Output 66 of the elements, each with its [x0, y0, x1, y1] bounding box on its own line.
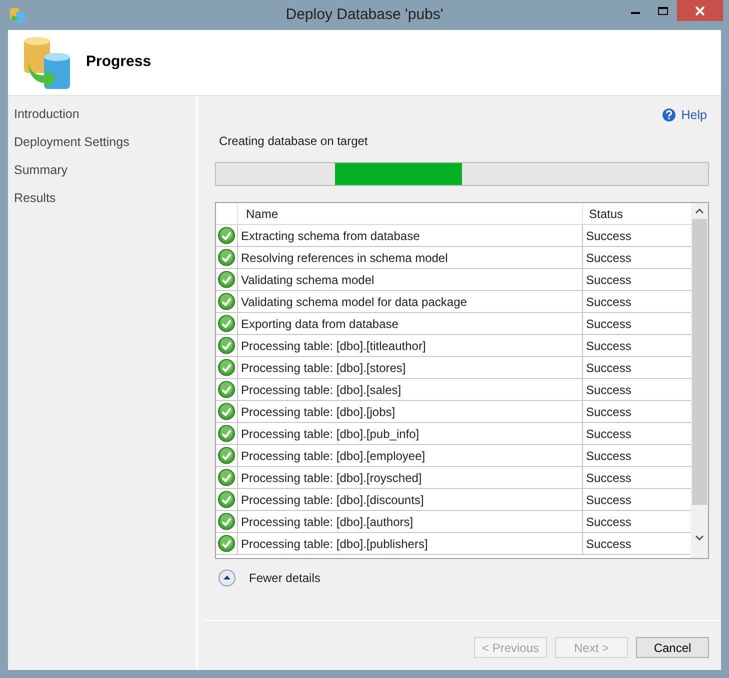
table-cell-text: Success: [585, 536, 632, 552]
table-cell-text: Success: [585, 250, 632, 266]
help-icon[interactable]: [662, 108, 676, 122]
table-cell-text: Success: [585, 316, 632, 332]
sidebar-item[interactable]: Introduction: [8, 100, 196, 128]
success-icon: [218, 513, 235, 530]
table-cell-text: Success: [585, 338, 632, 354]
table-cell: Processing table: [dbo].[publishers]: [238, 533, 583, 554]
table-cell-text: Success: [585, 448, 632, 464]
page-title: Progress: [86, 52, 152, 72]
table-cell: Processing table: [dbo].[authors]: [238, 511, 583, 532]
table-cell-text: Success: [585, 470, 632, 486]
success-icon: [218, 315, 235, 332]
table-cell-text: Success: [585, 360, 632, 376]
table-cell-text: Success: [585, 228, 632, 244]
table-cell-text: Success: [585, 426, 632, 442]
table-cell: Validating schema model: [238, 269, 583, 290]
table-cell: Processing table: [dbo].[discounts]: [238, 489, 583, 510]
sidebar-item[interactable]: Deployment Settings: [8, 128, 196, 156]
table-cell: Processing table: [dbo].[pub_info]: [238, 423, 583, 444]
close-button[interactable]: [677, 0, 723, 21]
scrollbar[interactable]: [691, 203, 708, 558]
table-cell: Processing table: [dbo].[jobs]: [238, 401, 583, 422]
table-cell-text: Success: [585, 294, 632, 310]
table-cell-text: Success: [585, 514, 632, 530]
sidebar-item[interactable]: Results: [8, 184, 196, 212]
success-icon: [218, 491, 235, 508]
table-cell: Resolving references in schema model: [238, 247, 583, 268]
column-header[interactable]: Status: [583, 203, 691, 224]
success-icon: [218, 447, 235, 464]
table-cell-text: Success: [585, 404, 632, 420]
success-icon: [218, 381, 235, 398]
scrollbar-thumb[interactable]: [692, 219, 707, 505]
scroll-down-icon[interactable]: [695, 535, 704, 541]
app-icon: [9, 6, 27, 24]
success-icon: [218, 469, 235, 486]
success-icon: [218, 425, 235, 442]
close-icon: [695, 6, 705, 16]
table-cell: Processing table: [dbo].[sales]: [238, 379, 583, 400]
table-cell: Extracting schema from database: [238, 225, 583, 246]
success-icon: [218, 535, 235, 552]
success-icon: [218, 359, 235, 376]
task-label: Creating database on target: [219, 133, 369, 150]
fewer-details-link[interactable]: Fewer details: [249, 569, 320, 587]
window-title: Deploy Database 'pubs': [284, 4, 444, 25]
success-icon: [218, 271, 235, 288]
sidebar-item[interactable]: Summary: [8, 156, 196, 184]
table-cell: Processing table: [dbo].[titleauthor]: [238, 335, 583, 356]
help-link[interactable]: Help: [681, 106, 707, 124]
success-icon: [218, 293, 235, 310]
table-cell-text: Success: [585, 272, 632, 288]
column-header[interactable]: Name: [238, 203, 583, 224]
table-cell: Processing table: [dbo].[stores]: [238, 357, 583, 378]
scroll-up-icon[interactable]: [695, 208, 704, 214]
table-cell: Processing table: [dbo].[roysched]: [238, 467, 583, 488]
collapse-icon[interactable]: [218, 569, 236, 587]
table-cell: Processing table: [dbo].[employee]: [238, 445, 583, 466]
success-icon: [218, 337, 235, 354]
table-cell: Exporting data from database: [238, 313, 583, 334]
success-icon: [218, 249, 235, 266]
table-cell-text: Success: [585, 492, 632, 508]
success-icon: [218, 403, 235, 420]
table-cell: Validating schema model for data package: [238, 291, 583, 312]
success-icon: [218, 227, 235, 244]
wizard-button[interactable]: Cancel: [636, 637, 709, 658]
table-cell-text: Success: [585, 382, 632, 398]
